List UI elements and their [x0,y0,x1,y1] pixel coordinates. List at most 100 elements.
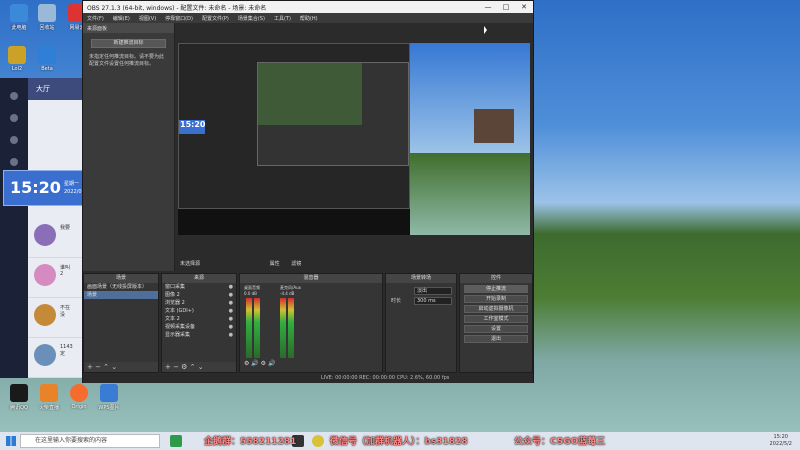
mixer-channel-mic: 麦克风/Aux -4.4 dB [280,285,301,296]
source-item[interactable]: 图像 2 ● [162,291,236,299]
chat-header: 大厅 [28,78,84,100]
origin-icon [70,384,88,402]
stream-targets-dock: 来源面板 新建推流目标 未指定任何推流目标。请不要为此配置文件设置任何推流目标。 [83,23,175,271]
volume-meter [288,298,294,358]
scenes-dock: 场景 画面场景（无线投屏版本） 场景 + − ⌃ ⌄ [83,273,159,373]
preview-clock: 15:20 [179,120,205,134]
sidebar-contact-icon[interactable] [10,136,18,144]
exit-button[interactable]: 退出 [464,335,528,343]
mouse-pointer-icon [484,26,487,34]
eye-icon[interactable]: ● [229,299,233,307]
virtual-camera-button[interactable]: 启动虚拟摄像机 [464,305,528,313]
menu-view[interactable]: 视图(V) [139,15,156,22]
eye-icon[interactable]: ● [229,331,233,339]
game-icon [8,46,26,64]
menu-scene-collection[interactable]: 场景集合(S) [238,15,265,22]
volume-meter [246,298,252,358]
menu-file[interactable]: 文件(F) [87,15,104,22]
scene-item[interactable]: 画面场景（无线投屏版本） [84,283,158,291]
taskbar-clock[interactable]: 15:20 2022/5/2 [770,434,792,448]
desktop-icon-game[interactable]: Lol2 [0,46,34,72]
preview-canvas[interactable]: 15:20 [178,43,530,235]
chat-panel: 大厅 我要 谁叫 2 不在 没 1143 定 [28,78,84,378]
settings-button[interactable]: 设置 [464,325,528,333]
avatar [34,304,56,326]
banner-wechat: 微信号（加群机器人）：bs31828 [330,437,468,447]
transition-select[interactable]: 淡出 [414,287,452,295]
list-item[interactable]: 1143 定 [28,338,84,378]
menu-help[interactable]: 帮助(H) [300,15,318,22]
wps-icon [100,384,118,402]
desktop-icon-beta[interactable]: Beta [30,46,64,72]
minimize-button[interactable]: — [479,3,497,11]
eye-icon[interactable]: ● [229,323,233,331]
menu-tools[interactable]: 工具(T) [274,15,291,22]
stop-streaming-button[interactable]: 停止推流 [464,285,528,293]
sources-dock: 来源 窗口采集 ● 图像 2 ● 浏览器 2 ● 文本 (GDI+) ● 文本 2 ● 视… [161,273,237,373]
filters-button[interactable]: 滤镜 [291,261,301,267]
avatar [34,224,56,246]
audio-mixer-dock: 混音器 桌面音频 0.0 dB 麦克风/Aux -4.4 dB ⚙ 🔊 ⚙ 🔊 [239,273,383,373]
obs-window: OBS 27.1.3 (64-bit, windows) - 配置文件: 未命名… [82,0,534,383]
eye-icon[interactable]: ● [229,315,233,323]
eye-icon[interactable]: ● [229,283,233,291]
app-icon[interactable] [170,435,182,447]
window-title: OBS 27.1.3 (64-bit, windows) - 配置文件: 未命名… [87,4,267,12]
menu-profile[interactable]: 配置文件(P) [202,15,229,22]
banner-official-account: 公众号：CSGO蓝莓三 [514,437,606,447]
app-icon [38,46,56,64]
list-item[interactable]: 谁叫 2 [28,258,84,298]
list-item[interactable]: 不在 没 [28,298,84,338]
source-toolbar: 未选择源 属性 滤镜 [180,261,302,267]
close-button[interactable]: ✕ [515,3,533,11]
status-bar: LIVE: 00:00:00 REC: 00:00:00 CPU: 2.6%, … [83,374,533,383]
menu-docks[interactable]: 停靠窗口(D) [165,15,193,22]
desktop-icon-recycle[interactable]: 回收站 [30,4,64,31]
maximize-button[interactable]: □ [497,3,515,11]
source-item[interactable]: 文本 2 ● [162,315,236,323]
controls-dock: 控件 停止推流 开始录制 启动虚拟摄像机 工作室模式 设置 退出 [459,273,533,373]
mixer-channel-desktop: 桌面音频 0.0 dB [244,285,260,296]
live-app-icon [40,384,58,402]
chat-sidebar [0,78,28,378]
source-item[interactable]: 显示器采集 ● [162,331,236,339]
mixer-controls[interactable]: ⚙ 🔊 ⚙ 🔊 [244,360,275,367]
new-stream-target-button[interactable]: 新建推流目标 [91,39,166,48]
desktop-icon-live[interactable]: 火柴直播 [32,384,66,411]
banner-qq-group: 企鹅群：558211281 [204,437,297,447]
sidebar-group-icon[interactable] [10,158,18,166]
list-item[interactable]: 我要 [28,218,84,258]
source-item[interactable]: 文本 (GDI+) ● [162,307,236,315]
volume-meter [280,298,286,358]
obs-titlebar: OBS 27.1.3 (64-bit, windows) - 配置文件: 未命名… [83,1,533,13]
webcam-overlay [474,109,514,143]
transitions-dock: 场景转场 淡出 时长 300 ms [385,273,457,373]
duration-field[interactable]: 时长 300 ms [391,297,452,305]
taskbar-search-input[interactable]: 在这里输入你要搜索的内容 [20,434,160,448]
computer-icon [10,4,28,22]
start-button[interactable] [6,436,16,446]
menu-edit[interactable]: 编辑(E) [113,15,130,22]
nested-capture: 15:20 [178,43,410,209]
clock-time: 15:20 [10,178,61,197]
sidebar-chat-icon[interactable] [10,114,18,122]
desktop-icon-wps[interactable]: WPS图片 [92,384,126,411]
studio-mode-button[interactable]: 工作室模式 [464,315,528,323]
avatar [34,344,56,366]
avatar [34,264,56,286]
source-item[interactable]: 视频采集设备 ● [162,323,236,331]
menu-bar: 文件(F) 编辑(E) 视图(V) 停靠窗口(D) 配置文件(P) 场景集合(S… [83,13,533,23]
sidebar-home-icon[interactable] [10,92,18,100]
eye-icon[interactable]: ● [229,307,233,315]
qq-icon [10,384,28,402]
start-recording-button[interactable]: 开始录制 [464,295,528,303]
desktop-icon-qq[interactable]: 腾讯QQ [2,384,36,411]
eye-icon[interactable]: ● [229,291,233,299]
source-item[interactable]: 浏览器 2 ● [162,299,236,307]
source-item[interactable]: 窗口采集 ● [162,283,236,291]
properties-button[interactable]: 属性 [270,261,280,267]
app-icon[interactable] [312,435,324,447]
volume-meter [254,298,260,358]
desktop-icon-origin[interactable]: Origin [62,384,96,410]
scene-item[interactable]: 场景 [84,291,158,299]
